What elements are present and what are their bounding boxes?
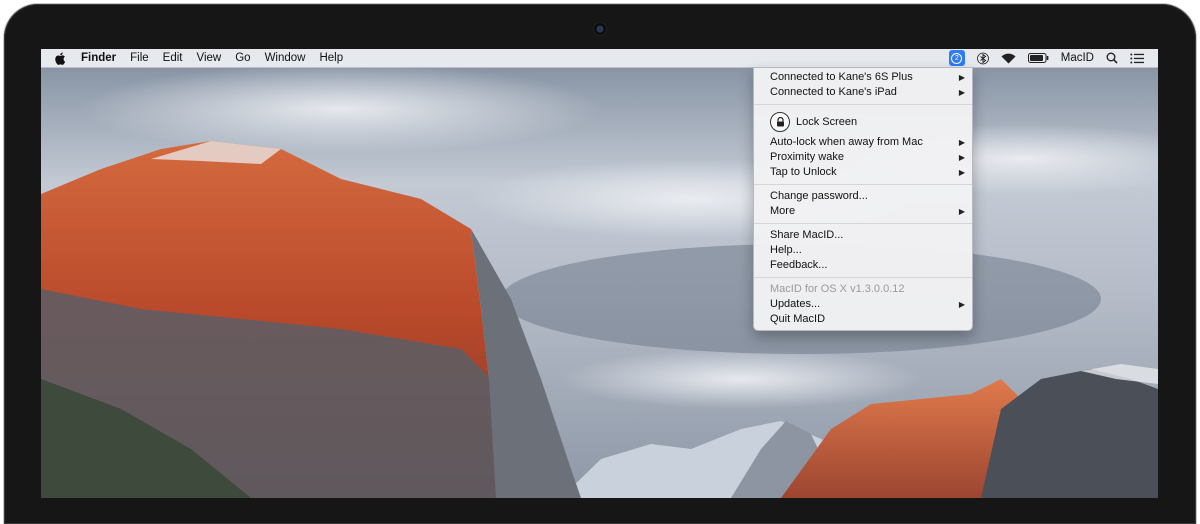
menu-item-label: Help... <box>770 244 802 256</box>
menu-item-label: Quit MacID <box>770 313 826 325</box>
menu-item-connected-ipad[interactable]: Connected to Kane's iPad ▶ <box>754 85 972 100</box>
menu-item-change-password[interactable]: Change password... <box>754 189 972 204</box>
submenu-arrow-icon: ▶ <box>958 73 965 82</box>
bluetooth-icon[interactable] <box>976 52 989 65</box>
wifi-icon[interactable] <box>1001 53 1016 64</box>
submenu-arrow-icon: ▶ <box>958 300 965 309</box>
menu-app-name[interactable]: Finder <box>81 49 116 67</box>
menu-item-label: Connected to Kane's 6S Plus <box>770 71 913 83</box>
submenu-arrow-icon: ▶ <box>958 207 965 216</box>
menu-item-label: Lock Screen <box>796 116 858 128</box>
menu-item-label: Feedback... <box>770 259 828 271</box>
menu-item-more[interactable]: More ▶ <box>754 204 972 219</box>
menu-item-label: Connected to Kane's iPad <box>770 86 897 98</box>
menu-item-feedback[interactable]: Feedback... <box>754 258 972 273</box>
menu-window[interactable]: Window <box>265 49 306 67</box>
menu-item-label: Change password... <box>770 190 868 202</box>
submenu-arrow-icon: ▶ <box>958 88 965 97</box>
menu-file[interactable]: File <box>130 49 149 67</box>
apple-logo-icon[interactable] <box>55 52 67 65</box>
submenu-arrow-icon: ▶ <box>958 168 965 177</box>
menu-go[interactable]: Go <box>235 49 250 67</box>
menu-item-connected-iphone[interactable]: Connected to Kane's 6S Plus ▶ <box>754 70 972 85</box>
menu-view[interactable]: View <box>197 49 222 67</box>
menu-item-proximity-wake[interactable]: Proximity wake ▶ <box>754 150 972 165</box>
spotlight-search-icon[interactable] <box>1106 52 1118 64</box>
menu-item-lock-screen[interactable]: Lock Screen <box>754 109 972 135</box>
menu-item-label: Tap to Unlock <box>770 166 837 178</box>
menu-item-label: Auto-lock when away from Mac <box>770 136 923 148</box>
macid-status-icon[interactable]: 2 <box>948 50 965 66</box>
status-app-label[interactable]: MacID <box>1061 52 1094 64</box>
menu-item-auto-lock[interactable]: Auto-lock when away from Mac ▶ <box>754 135 972 150</box>
menu-separator <box>754 104 972 105</box>
menu-separator <box>754 277 972 278</box>
camera-icon <box>594 23 606 35</box>
menu-item-share[interactable]: Share MacID... <box>754 228 972 243</box>
menu-item-version: MacID for OS X v1.3.0.0.12 <box>754 282 972 297</box>
menu-item-label: MacID for OS X v1.3.0.0.12 <box>770 283 905 295</box>
macid-dropdown-menu: Connected to Kane's 6S Plus ▶ Connected … <box>753 67 973 331</box>
menu-item-label: More <box>770 205 796 217</box>
menu-item-label: Share MacID... <box>770 229 844 241</box>
menu-help[interactable]: Help <box>319 49 343 67</box>
menu-item-label: Proximity wake <box>770 151 844 163</box>
battery-icon[interactable] <box>1027 53 1049 63</box>
menu-item-label: Updates... <box>770 298 821 310</box>
desktop-screen: Finder File Edit View Go Window Help 2 M… <box>41 49 1158 498</box>
menu-bar: Finder File Edit View Go Window Help 2 M… <box>41 49 1158 68</box>
menu-separator <box>754 223 972 224</box>
menu-item-updates[interactable]: Updates... ▶ <box>754 297 972 312</box>
wallpaper <box>41 49 1158 498</box>
submenu-arrow-icon: ▶ <box>958 138 965 147</box>
menu-item-tap-to-unlock[interactable]: Tap to Unlock ▶ <box>754 165 972 180</box>
menu-item-quit[interactable]: Quit MacID <box>754 312 972 327</box>
menu-item-help[interactable]: Help... <box>754 243 972 258</box>
submenu-arrow-icon: ▶ <box>958 153 965 162</box>
macid-badge: 2 <box>951 52 963 64</box>
lock-icon <box>770 112 790 132</box>
notification-center-icon[interactable] <box>1130 53 1144 64</box>
menu-edit[interactable]: Edit <box>163 49 183 67</box>
menu-separator <box>754 184 972 185</box>
